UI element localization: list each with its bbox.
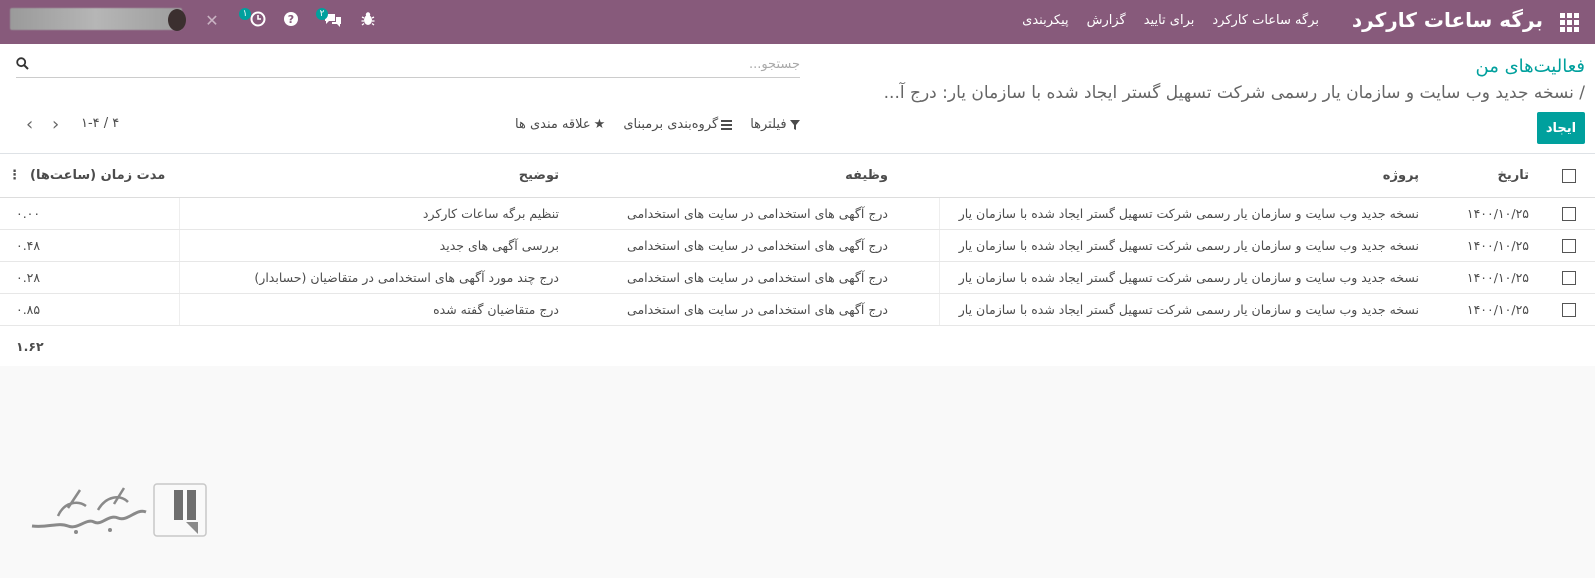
list-icon bbox=[721, 119, 733, 130]
cell-date: ۱۴۰۰/۱۰/۲۵ bbox=[1466, 270, 1529, 285]
cell-task: درج آگهی های استخدامی در سایت های استخدا… bbox=[627, 270, 888, 285]
table-row[interactable]: ۱۴۰۰/۱۰/۲۵ نسخه جدید وب سایت و سازمان یا… bbox=[0, 198, 1595, 230]
clock-icon[interactable]: ۱ bbox=[239, 8, 268, 31]
cell-project: نسخه جدید وب سایت و سازمان یار رسمی شرکت… bbox=[939, 230, 1419, 261]
groupby-label: گروه‌بندی برمبنای bbox=[623, 117, 719, 132]
filters-label: فیلترها bbox=[750, 117, 787, 132]
search-box bbox=[16, 52, 800, 78]
cell-description: درج متقاضیان گفته شده bbox=[179, 294, 559, 325]
next-page-icon[interactable]: › bbox=[52, 116, 59, 134]
groupby-button[interactable]: گروه‌بندی برمبنای bbox=[623, 117, 733, 132]
filters-button[interactable]: فیلترها bbox=[750, 117, 800, 132]
row-checkbox[interactable] bbox=[1562, 302, 1576, 317]
optional-columns-icon[interactable]: ⋮ bbox=[8, 154, 21, 197]
user-name-blurred[interactable] bbox=[10, 8, 182, 30]
cell-duration: ۰.۸۵ bbox=[16, 302, 41, 317]
top-navbar: برگه ساعات کارکرد برگه ساعات کارکرد برای… bbox=[0, 0, 1595, 44]
menu-item-timesheets[interactable]: برگه ساعات کارکرد bbox=[1212, 13, 1319, 28]
chat-icon[interactable]: ۲ bbox=[316, 8, 344, 31]
cell-task: درج آگهی های استخدامی در سایت های استخدا… bbox=[627, 302, 888, 317]
row-checkbox[interactable] bbox=[1562, 238, 1576, 253]
cell-project: نسخه جدید وب سایت و سازمان یار رسمی شرکت… bbox=[939, 198, 1419, 229]
column-project[interactable]: پروژه bbox=[939, 154, 1419, 197]
row-checkbox[interactable] bbox=[1562, 270, 1576, 285]
messages-badge: ۲ bbox=[316, 8, 328, 20]
cell-date: ۱۴۰۰/۱۰/۲۵ bbox=[1466, 238, 1529, 253]
table-row[interactable]: ۱۴۰۰/۱۰/۲۵ نسخه جدید وب سایت و سازمان یا… bbox=[0, 294, 1595, 326]
search-input[interactable] bbox=[16, 52, 800, 76]
total-row: ۱.۶۲ bbox=[0, 326, 1595, 366]
breadcrumb: فعالیت‌های من / نسخه جدید وب سایت و سازم… bbox=[884, 56, 1585, 103]
filter-icon bbox=[789, 119, 800, 130]
cell-description: تنظیم برگه ساعات کارکرد bbox=[179, 198, 559, 229]
table-row[interactable]: ۱۴۰۰/۱۰/۲۵ نسخه جدید وب سایت و سازمان یا… bbox=[0, 230, 1595, 262]
previous-page-icon[interactable]: ‹ bbox=[26, 116, 33, 134]
create-button[interactable]: ایجاد bbox=[1537, 112, 1585, 144]
menu-item-reporting[interactable]: گزارش bbox=[1087, 13, 1126, 28]
favorites-label: علاقه مندی ها bbox=[515, 117, 591, 132]
search-options: فیلترها گروه‌بندی برمبنای ★ علاقه مندی ه… bbox=[515, 117, 800, 132]
select-all-checkbox[interactable] bbox=[1562, 168, 1576, 183]
cell-duration: ۰.۲۸ bbox=[16, 270, 41, 285]
bug-icon[interactable] bbox=[360, 11, 376, 31]
column-duration[interactable]: مدت زمان (ساعت‌ها) bbox=[30, 154, 190, 197]
cell-date: ۱۴۰۰/۱۰/۲۵ bbox=[1466, 206, 1529, 221]
table-header: تاریخ پروژه وظیفه توضیح مدت زمان (ساعت‌ه… bbox=[0, 154, 1595, 198]
svg-text:?: ? bbox=[288, 13, 294, 26]
menu-item-to-validate[interactable]: برای تایید bbox=[1144, 13, 1195, 28]
cell-duration: ۰.۰۰ bbox=[16, 206, 41, 221]
activity-badge: ۱ bbox=[239, 8, 251, 20]
cell-date: ۱۴۰۰/۱۰/۲۵ bbox=[1466, 302, 1529, 317]
cell-project: نسخه جدید وب سایت و سازمان یار رسمی شرکت… bbox=[939, 294, 1419, 325]
star-icon: ★ bbox=[593, 117, 606, 132]
column-description[interactable]: توضیح bbox=[179, 154, 559, 197]
apps-menu-icon[interactable] bbox=[1559, 12, 1579, 32]
favorites-button[interactable]: ★ علاقه مندی ها bbox=[515, 117, 605, 132]
column-date[interactable]: تاریخ bbox=[1439, 154, 1530, 197]
cell-description: بررسی آگهی های جدید bbox=[179, 230, 559, 261]
cell-duration: ۰.۴۸ bbox=[16, 238, 41, 253]
control-panel: فعالیت‌های من / نسخه جدید وب سایت و سازم… bbox=[0, 44, 1595, 154]
column-task[interactable]: وظیفه bbox=[568, 154, 888, 197]
cell-task: درج آگهی های استخدامی در سایت های استخدا… bbox=[627, 206, 888, 221]
table-row[interactable]: ۱۴۰۰/۱۰/۲۵ نسخه جدید وب سایت و سازمان یا… bbox=[0, 262, 1595, 294]
company-logo-watermark bbox=[28, 482, 208, 540]
avatar[interactable] bbox=[168, 9, 186, 31]
breadcrumb-current: / نسخه جدید وب سایت و سازمان یار رسمی شر… bbox=[883, 83, 1585, 103]
breadcrumb-parent[interactable]: فعالیت‌های من bbox=[1476, 56, 1586, 77]
close-icon[interactable]: ✕ bbox=[203, 11, 221, 31]
app-brand[interactable]: برگه ساعات کارکرد bbox=[1352, 8, 1543, 32]
menu-item-configuration[interactable]: پیکربندی bbox=[1022, 13, 1068, 28]
timesheet-table: تاریخ پروژه وظیفه توضیح مدت زمان (ساعت‌ه… bbox=[0, 154, 1595, 366]
cell-project: نسخه جدید وب سایت و سازمان یار رسمی شرکت… bbox=[939, 262, 1419, 293]
total-duration: ۱.۶۲ bbox=[16, 338, 44, 354]
main-menu: برگه ساعات کارکرد برای تایید گزارش پیکرب… bbox=[1022, 13, 1319, 28]
help-icon[interactable]: ? bbox=[282, 11, 300, 31]
row-checkbox[interactable] bbox=[1562, 206, 1576, 221]
cell-task: درج آگهی های استخدامی در سایت های استخدا… bbox=[627, 238, 888, 253]
cell-description: درج چند مورد آگهی های استخدامی در متقاضی… bbox=[179, 262, 559, 293]
pager-value[interactable]: ۱-۴ / ۴ bbox=[81, 116, 119, 131]
search-icon[interactable] bbox=[16, 57, 30, 71]
